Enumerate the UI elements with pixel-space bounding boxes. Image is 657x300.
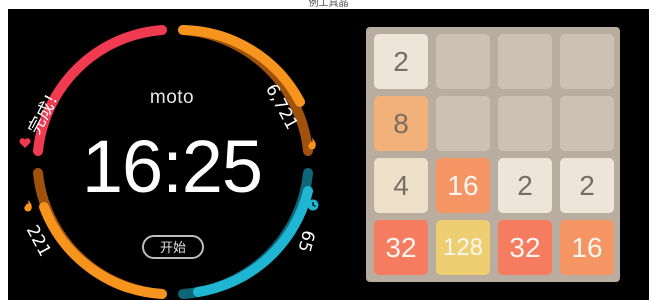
tile-empty [436,34,490,89]
tile-16: 16 [436,158,490,213]
heart-icon [19,138,31,148]
tile-empty [560,34,614,89]
tile-8: 8 [374,96,428,151]
tile-2: 2 [374,34,428,89]
game-2048-board[interactable]: 2 8 4 16 2 2 32 128 32 16 [366,27,620,282]
tile-empty [560,96,614,151]
tile-empty [498,96,552,151]
tile-empty [436,96,490,151]
start-button[interactable]: 开始 [142,235,204,259]
flame-icon [308,138,316,150]
watch-face: 完成！ 6,721 221 65 moto 16:25 开始 [8,9,333,300]
tile-32: 32 [374,220,428,275]
tile-16: 16 [560,220,614,275]
clock-icon [307,199,319,211]
caption: 例工具晶 [308,0,349,8]
tile-empty [498,34,552,89]
calorie-flame-icon [24,200,32,212]
tile-4: 4 [374,158,428,213]
tile-32: 32 [498,220,552,275]
tile-2: 2 [560,158,614,213]
tile-128: 128 [436,220,490,275]
tile-2: 2 [498,158,552,213]
clock-time: 16:25 [81,125,263,208]
brand-logo: moto [149,87,195,108]
